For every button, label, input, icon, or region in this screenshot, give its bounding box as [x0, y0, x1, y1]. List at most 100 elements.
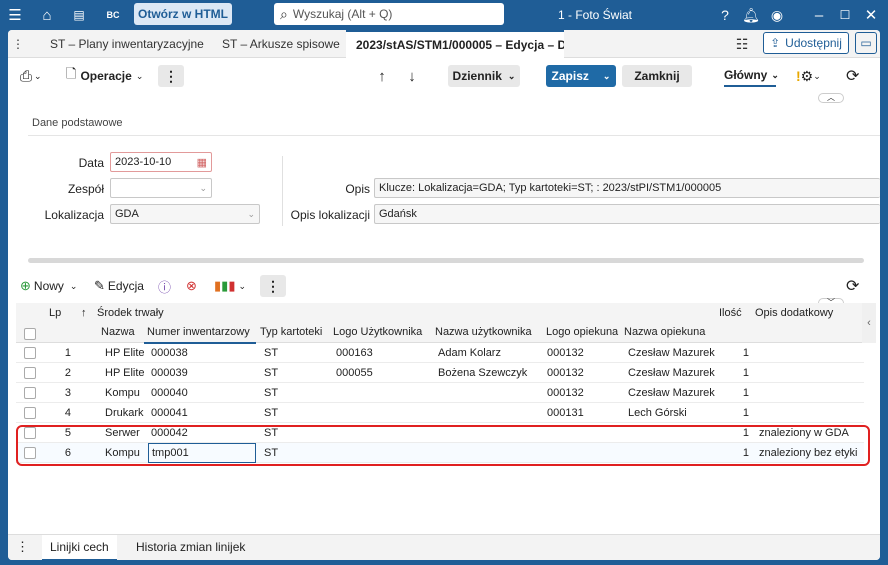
header-caretaker-name[interactable]: Nazwa opiekuna [621, 322, 715, 342]
delete-icon[interactable]: ⊗ [186, 275, 204, 297]
journal-button[interactable]: Dziennik ⌄ [448, 65, 520, 87]
row-inv-number[interactable]: 000042 [148, 423, 256, 443]
team-select[interactable]: ⌄ [110, 178, 212, 198]
row-name[interactable]: Kompu [102, 443, 146, 463]
row-caretaker-logo[interactable] [544, 443, 620, 463]
sort-up-icon[interactable]: ↑ [78, 303, 92, 323]
row-lp[interactable]: 5 [46, 423, 74, 443]
row-checkbox[interactable] [24, 367, 36, 379]
row-extra-desc[interactable] [756, 363, 864, 383]
row-checkbox[interactable] [24, 427, 36, 439]
new-button[interactable]: ⊕ Nowy ⌄ [20, 275, 82, 297]
header-name[interactable]: Nazwa [98, 322, 144, 342]
row-lp[interactable]: 1 [46, 343, 74, 363]
maximize-icon[interactable]: ☐ [834, 4, 856, 26]
tab-edit-document[interactable]: 2023/stAS/STM1/000005 – Edycja – D [346, 30, 564, 58]
tab-inventory-plans[interactable]: ST – Plany inwentaryzacyjne [40, 30, 210, 58]
select-all-checkbox[interactable] [24, 328, 36, 340]
row-extra-desc[interactable] [756, 383, 864, 403]
table-row[interactable]: 2 HP Elite 000039 ST 000055 Bożena Szewczyk 00… [16, 363, 864, 383]
row-name[interactable]: HP Elite [102, 343, 146, 363]
tab-count-sheets[interactable]: ST – Arkusze spisowe [212, 30, 342, 58]
row-checkbox[interactable] [24, 447, 36, 459]
row-caretaker-logo[interactable]: 000131 [544, 403, 620, 423]
bottom-menu-icon[interactable]: ⋮ [16, 539, 29, 555]
row-caretaker-logo[interactable] [544, 423, 620, 443]
row-card-type[interactable]: ST [261, 343, 327, 363]
arrow-up-icon[interactable]: ↑ [374, 65, 390, 87]
chart-icon[interactable]: ▮ ▮ ▮ ⌄ [214, 275, 248, 297]
search-box[interactable]: ⌕ Wyszukaj (Alt + Q) [274, 3, 504, 25]
row-user-logo[interactable] [333, 443, 428, 463]
row-checkbox[interactable] [24, 387, 36, 399]
list-icon[interactable]: ☷ [730, 30, 754, 58]
header-user-logo[interactable]: Logo Użytkownika [330, 322, 428, 342]
row-inv-number[interactable]: 000040 [148, 383, 256, 403]
settings-gear-icon[interactable]: ! ⚙ ⌄ [796, 65, 826, 87]
chat-icon[interactable]: ▭ [855, 32, 877, 54]
location-description-field[interactable]: Gdańsk [374, 204, 880, 224]
row-caretaker-logo[interactable]: 000132 [544, 383, 620, 403]
table-row[interactable]: 4 Drukark 000041 ST 000131 Lech Górski 1 [16, 403, 864, 423]
open-in-html-button[interactable]: Otwórz w HTML [134, 3, 232, 25]
row-caretaker-name[interactable]: Czesław Mazurek [625, 383, 715, 403]
share-button[interactable]: ⇪ Udostępnij [763, 32, 849, 54]
row-lp[interactable]: 3 [46, 383, 74, 403]
row-lp[interactable]: 4 [46, 403, 74, 423]
row-user-logo[interactable] [333, 403, 428, 423]
grid-refresh-icon[interactable]: ⟳ [846, 275, 866, 297]
window-icon[interactable]: ▤ [68, 4, 90, 26]
row-inv-number[interactable]: 000041 [148, 403, 256, 423]
row-name[interactable]: Serwer [102, 423, 146, 443]
row-user-name[interactable]: Bożena Szewczyk [435, 363, 541, 383]
row-user-name[interactable]: Adam Kolarz [435, 343, 541, 363]
more-icon[interactable]: ⋮ [158, 65, 184, 87]
row-name[interactable]: HP Elite [102, 363, 146, 383]
description-field[interactable]: Klucze: Lokalizacja=GDA; Typ kartoteki=S… [374, 178, 880, 198]
close-button[interactable]: Zamknij [622, 65, 692, 87]
table-row[interactable]: 3 Kompu 000040 ST 000132 Czesław Mazurek 1 [16, 383, 864, 403]
table-row[interactable]: 5 Serwer 000042 ST 1 znaleziony w GDA [16, 423, 864, 443]
row-extra-desc[interactable]: znaleziony w GDA [756, 423, 864, 443]
print-icon[interactable]: ⎙ ⌄ [20, 65, 54, 87]
arrow-down-icon[interactable]: ↓ [404, 65, 420, 87]
row-card-type[interactable]: ST [261, 383, 327, 403]
row-lp[interactable]: 2 [46, 363, 74, 383]
info-icon[interactable]: ⓘ [158, 275, 176, 297]
calendar-icon[interactable]: ▦ [197, 156, 207, 169]
row-caretaker-name[interactable] [625, 443, 715, 463]
operations-button[interactable]: 🗋︎ Operacje ⌄ [66, 65, 146, 87]
view-selector[interactable]: Główny ⌄ [724, 65, 779, 87]
location-select[interactable]: GDA ⌄ [110, 204, 260, 224]
row-caretaker-logo[interactable]: 000132 [544, 343, 620, 363]
row-qty[interactable]: 1 [716, 423, 752, 443]
refresh-icon[interactable]: ⟳ [846, 65, 866, 87]
row-name[interactable]: Kompu [102, 383, 146, 403]
row-card-type[interactable]: ST [261, 423, 327, 443]
row-checkbox[interactable] [24, 347, 36, 359]
table-row[interactable]: 6 Kompu tmp001 ST 1 znaleziony bez etyki [16, 443, 864, 463]
row-inv-number[interactable]: 000038 [148, 343, 256, 363]
row-caretaker-logo[interactable]: 000132 [544, 363, 620, 383]
row-user-name[interactable] [435, 443, 541, 463]
row-user-logo[interactable]: 000163 [333, 343, 428, 363]
header-lp[interactable]: Lp [46, 303, 76, 323]
scroll-left-icon[interactable]: ‹ [862, 303, 876, 343]
tab-feature-lines[interactable]: Linijki cech [42, 535, 117, 560]
row-name[interactable]: Drukark [102, 403, 146, 423]
row-lp[interactable]: 6 [46, 443, 74, 463]
bell-icon[interactable]: 🔔︎ [740, 4, 762, 26]
row-inv-number[interactable]: 000039 [148, 363, 256, 383]
row-card-type[interactable]: ST [261, 403, 327, 423]
row-card-type[interactable]: ST [261, 363, 327, 383]
row-user-name[interactable] [435, 403, 541, 423]
header-extra-desc[interactable]: Opis dodatkowy [752, 303, 852, 323]
row-qty[interactable]: 1 [716, 443, 752, 463]
row-user-name[interactable] [435, 423, 541, 443]
row-qty[interactable]: 1 [716, 403, 752, 423]
row-qty[interactable]: 1 [716, 343, 752, 363]
tab-line-history[interactable]: Historia zmian linijek [128, 535, 253, 560]
row-caretaker-name[interactable]: Czesław Mazurek [625, 363, 715, 383]
horizontal-scrollbar[interactable] [28, 258, 864, 263]
row-inv-number[interactable]: tmp001 [148, 443, 256, 463]
